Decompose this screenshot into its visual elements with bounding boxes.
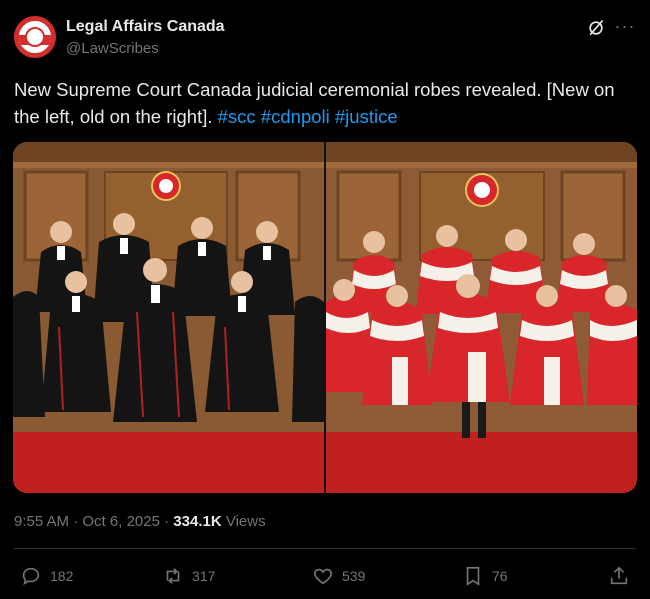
timestamp-row: 9:55 AM · Oct 6, 2025 · 334.1K Views (14, 513, 266, 530)
bookmark-button[interactable]: 76 (462, 565, 508, 587)
bookmark-count: 76 (492, 568, 508, 584)
bookmark-icon (466, 566, 480, 586)
share-icon (610, 566, 628, 585)
more-icon[interactable]: ··· (614, 16, 636, 38)
views-label: Views (225, 513, 266, 530)
supreme-court-crest-icon (465, 173, 499, 207)
post-time[interactable]: 9:55 AM (14, 513, 69, 530)
scales-of-justice-icon (25, 27, 45, 47)
reply-icon (22, 567, 40, 586)
repost-icon (166, 568, 180, 584)
separator-dot: · (73, 513, 83, 530)
hashtag-cdnpoli[interactable]: #cdnpoli (261, 106, 330, 127)
share-button[interactable] (608, 565, 630, 587)
views-count: 334.1K (173, 513, 222, 530)
separator-dot: · (164, 513, 174, 530)
photo-old-robes[interactable] (326, 142, 637, 493)
avatar[interactable] (14, 16, 56, 58)
repost-button[interactable]: 317 (162, 565, 215, 587)
like-count: 539 (342, 568, 366, 584)
post-date[interactable]: Oct 6, 2025 (82, 513, 160, 530)
reply-count: 182 (50, 568, 74, 584)
grok-icon[interactable] (586, 18, 606, 38)
handle[interactable]: @LawScribes (66, 40, 159, 57)
heart-icon (314, 568, 332, 585)
hashtag-scc[interactable]: #scc (218, 106, 256, 127)
tweet-media[interactable] (13, 142, 637, 493)
tweet-header: Legal Affairs Canada @LawScribes ··· (14, 14, 636, 62)
reply-button[interactable]: 182 (20, 565, 73, 587)
divider-line (14, 548, 636, 549)
photo-new-robes[interactable] (13, 142, 324, 493)
display-name[interactable]: Legal Affairs Canada (66, 18, 225, 36)
like-button[interactable]: 539 (312, 565, 365, 587)
tweet-text: New Supreme Court Canada judicial ceremo… (14, 76, 638, 130)
action-bar: 182 317 539 76 (14, 565, 636, 591)
supreme-court-crest-icon (151, 171, 181, 201)
repost-count: 317 (192, 568, 216, 584)
hashtag-justice[interactable]: #justice (335, 106, 398, 127)
